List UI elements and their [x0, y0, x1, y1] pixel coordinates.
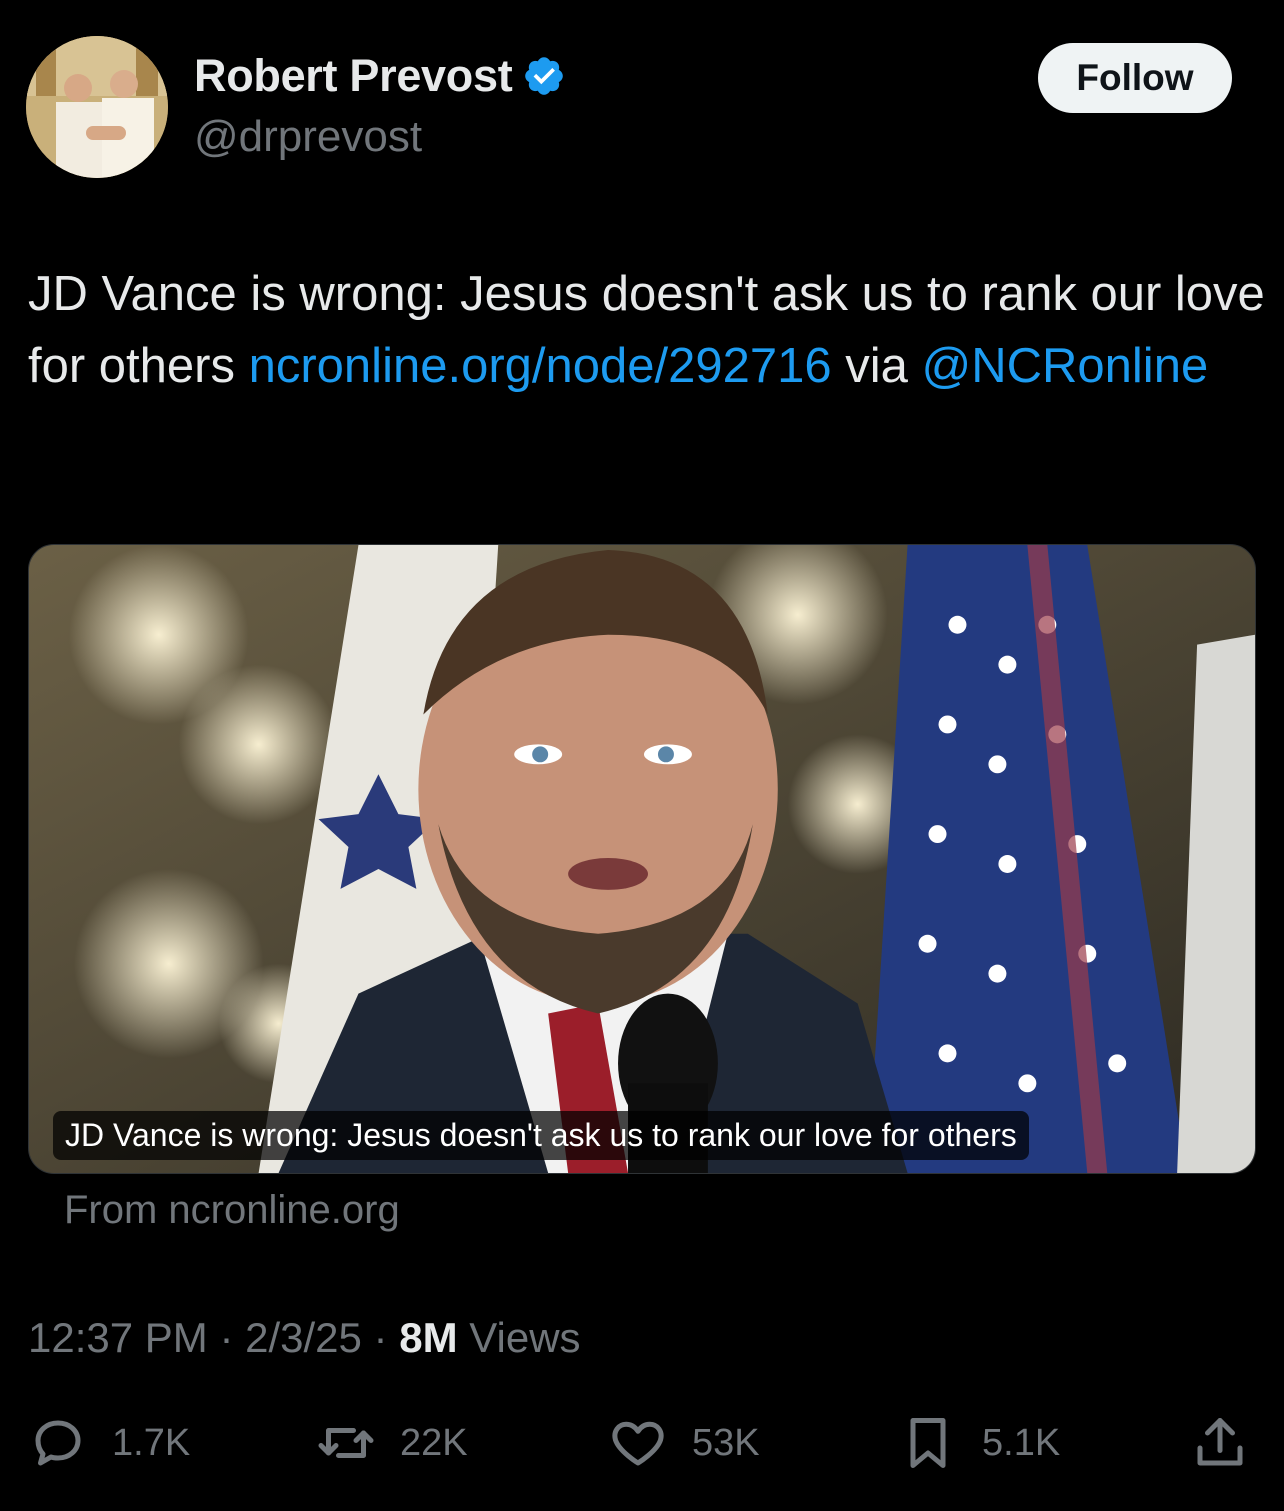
bookmark-count: 5.1K — [982, 1421, 1061, 1464]
verified-badge-icon — [525, 57, 564, 95]
avatar[interactable] — [26, 36, 168, 178]
author-display-name[interactable]: Robert Prevost — [194, 50, 513, 102]
tweet-text-part2: via — [831, 339, 922, 393]
mention-link[interactable]: @NCRonline — [922, 339, 1209, 393]
link-card[interactable]: JD Vance is wrong: Jesus doesn't ask us … — [28, 544, 1256, 1174]
like-count: 53K — [692, 1421, 760, 1464]
card-source[interactable]: From ncronline.org — [64, 1188, 400, 1233]
card-image — [29, 545, 1255, 1173]
meta-separator: · — [361, 1314, 400, 1361]
share-icon — [1197, 1418, 1243, 1466]
tweet-date[interactable]: 2/3/25 — [245, 1314, 362, 1361]
tweet-meta: 12:37 PM · 2/3/25 · 8M Views — [28, 1314, 581, 1362]
avatar-photo — [26, 36, 168, 178]
author-handle[interactable]: @drprevost — [194, 112, 422, 162]
meta-separator: · — [207, 1314, 246, 1361]
heart-icon — [612, 1421, 664, 1466]
tweet-link[interactable]: ncronline.org/node/292716 — [249, 339, 832, 393]
card-title: JD Vance is wrong: Jesus doesn't ask us … — [53, 1111, 1029, 1160]
share-button[interactable] — [1190, 1408, 1250, 1478]
like-button[interactable]: 53K — [608, 1408, 760, 1478]
reply-button[interactable]: 1.7K — [28, 1408, 190, 1478]
repost-count: 22K — [400, 1421, 468, 1464]
reply-count: 1.7K — [112, 1421, 191, 1464]
bookmark-icon — [910, 1418, 946, 1468]
author-name-row[interactable]: Robert Prevost — [194, 50, 566, 102]
tweet-time[interactable]: 12:37 PM — [28, 1314, 208, 1361]
tweet-text: JD Vance is wrong: Jesus doesn't ask us … — [28, 258, 1268, 402]
views-count: 8M — [399, 1314, 458, 1361]
bookmark-button[interactable]: 5.1K — [898, 1408, 1060, 1478]
views-label: Views — [457, 1314, 581, 1361]
action-bar: 1.7K 22K 53K 5.1K — [0, 1408, 1284, 1478]
reply-icon — [35, 1420, 81, 1466]
follow-button[interactable]: Follow — [1038, 43, 1232, 113]
repost-button[interactable]: 22K — [316, 1408, 468, 1478]
repost-icon — [318, 1428, 374, 1458]
